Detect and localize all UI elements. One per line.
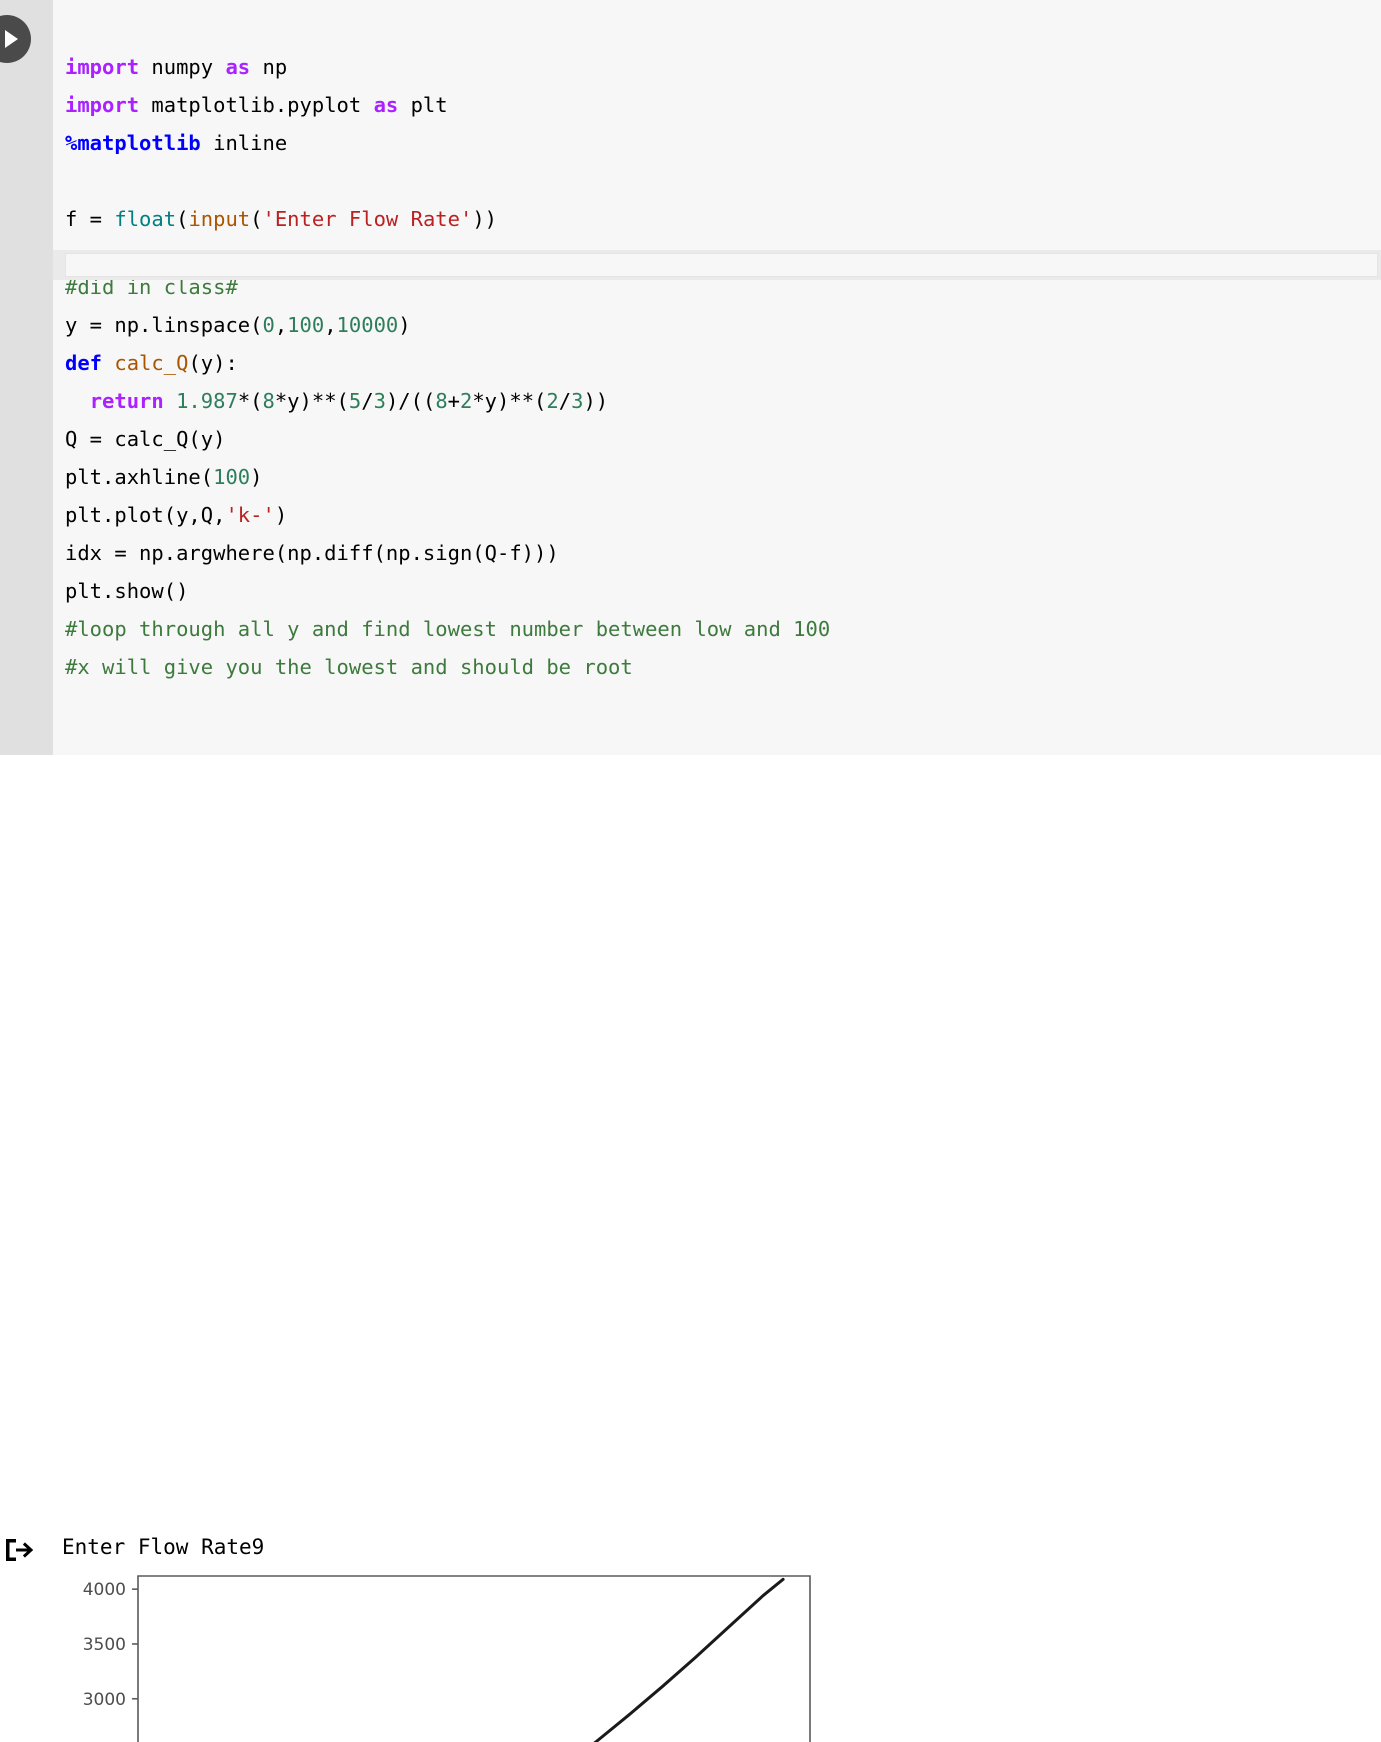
code-editor[interactable]: import numpy as np import matplotlib.pypl… — [53, 0, 1381, 755]
code-token: 8 — [435, 389, 448, 413]
code-token: plt — [398, 93, 448, 117]
code-token: #x will give you the lowest and should b… — [65, 655, 633, 679]
code-token: idx = np.argwhere(np.diff(np.sign(Q-f))) — [65, 541, 559, 565]
code-token: import — [65, 93, 140, 117]
code-token: *y)**( — [274, 389, 349, 413]
code-token: 100 — [213, 465, 251, 489]
code-line: f = float(input('Enter Flow Rate')) — [65, 200, 1381, 238]
code-line: #x will give you the lowest and should b… — [65, 648, 1381, 686]
cell-gutter — [0, 0, 53, 755]
notebook-code-cell[interactable]: import numpy as np import matplotlib.pypl… — [0, 0, 1381, 755]
code-token: )/(( — [385, 389, 436, 413]
matplotlib-figure: 4000 3500 3000 — [55, 1570, 845, 1742]
code-token: ( — [250, 207, 263, 231]
code-token: 0 — [262, 313, 275, 337]
code-token: )) — [472, 207, 498, 231]
code-token: import — [65, 55, 140, 79]
code-token: , — [274, 313, 288, 337]
code-token: 3 — [571, 389, 584, 413]
data-line — [593, 1577, 785, 1742]
output-stdout-text: Enter Flow Rate9 — [62, 1535, 265, 1559]
code-token: matplotlib.pyplot — [139, 93, 374, 117]
code-line: plt.axhline(100) — [65, 458, 1381, 496]
code-token: 2 — [546, 389, 559, 413]
code-token: as — [373, 93, 399, 117]
code-token: 3 — [373, 389, 386, 413]
code-token: Q = calc_Q(y) — [65, 427, 226, 451]
code-token: 5 — [348, 389, 362, 413]
code-token: numpy — [139, 55, 226, 79]
code-token: + — [447, 389, 460, 413]
code-token: )) — [583, 389, 609, 413]
code-token: f = — [65, 207, 115, 231]
code-token: / — [558, 389, 572, 413]
code-token: / — [361, 389, 374, 413]
code-line: import numpy as np — [65, 48, 1381, 86]
code-token: ) — [398, 313, 411, 337]
code-token: 1.987 — [176, 389, 238, 413]
code-line: %matplotlib inline — [65, 124, 1381, 162]
code-token: *y)**( — [472, 389, 547, 413]
stdin-prompt-row[interactable] — [53, 250, 1381, 280]
code-token: (y): — [188, 351, 238, 375]
code-line: def calc_Q(y): — [65, 344, 1381, 382]
code-token: 2 — [460, 389, 473, 413]
code-line: return 1.987*(8*y)**(5/3)/((8+2*y)**(2/3… — [65, 382, 1381, 420]
code-token: 10000 — [336, 313, 399, 337]
stdin-input[interactable] — [65, 253, 1378, 277]
play-icon — [5, 30, 18, 48]
code-line: plt.plot(y,Q,'k-') — [65, 496, 1381, 534]
code-token: as — [225, 55, 251, 79]
code-line: y = np.linspace(0,100,10000) — [65, 306, 1381, 344]
code-token: plt.axhline( — [65, 465, 214, 489]
code-token: return — [89, 389, 164, 413]
code-token: ( — [176, 207, 189, 231]
code-token: def — [65, 351, 103, 375]
axes-spines — [137, 1575, 811, 1742]
code-token: calc_Q — [114, 351, 189, 375]
code-token: ) — [274, 503, 288, 527]
code-line: idx = np.argwhere(np.diff(np.sign(Q-f))) — [65, 534, 1381, 572]
code-token: y = np.linspace( — [65, 313, 263, 337]
code-token: float — [114, 207, 177, 231]
code-token: inline — [200, 131, 288, 155]
figure-canvas: 4000 3500 3000 — [83, 1575, 811, 1742]
code-line: import matplotlib.pyplot as plt — [65, 86, 1381, 124]
y-axis-tick-label: 3500 — [83, 1635, 126, 1655]
code-token: *( — [237, 389, 263, 413]
code-token: input — [188, 207, 251, 231]
code-lines-after-input: #did in class# y = np.linspace(0,100,1000… — [65, 268, 1381, 686]
code-token: np — [250, 55, 288, 79]
code-line: plt.show() — [65, 572, 1381, 610]
code-token: , — [324, 313, 337, 337]
y-axis-tick-label: 4000 — [83, 1580, 126, 1600]
code-token: 100 — [287, 313, 325, 337]
code-token: ) — [250, 465, 263, 489]
code-token: 'k-' — [225, 503, 275, 527]
code-line: #loop through all y and find lowest numb… — [65, 610, 1381, 648]
code-token: 'Enter Flow Rate' — [262, 207, 473, 231]
code-lines-before-input: import numpy as np import matplotlib.pypl… — [65, 48, 1381, 238]
code-token: plt.show() — [65, 579, 189, 603]
code-token: 8 — [262, 389, 275, 413]
code-token: #loop through all y and find lowest numb… — [65, 617, 831, 641]
output-arrow-icon — [3, 1537, 43, 1563]
code-token: %matplotlib — [65, 131, 201, 155]
cell-output-area: Enter Flow Rate9 4000 3500 3000 — [0, 755, 1381, 1742]
y-axis-tick-label: 3000 — [83, 1690, 126, 1710]
code-line: Q = calc_Q(y) — [65, 420, 1381, 458]
code-token: plt.plot(y,Q, — [65, 503, 226, 527]
